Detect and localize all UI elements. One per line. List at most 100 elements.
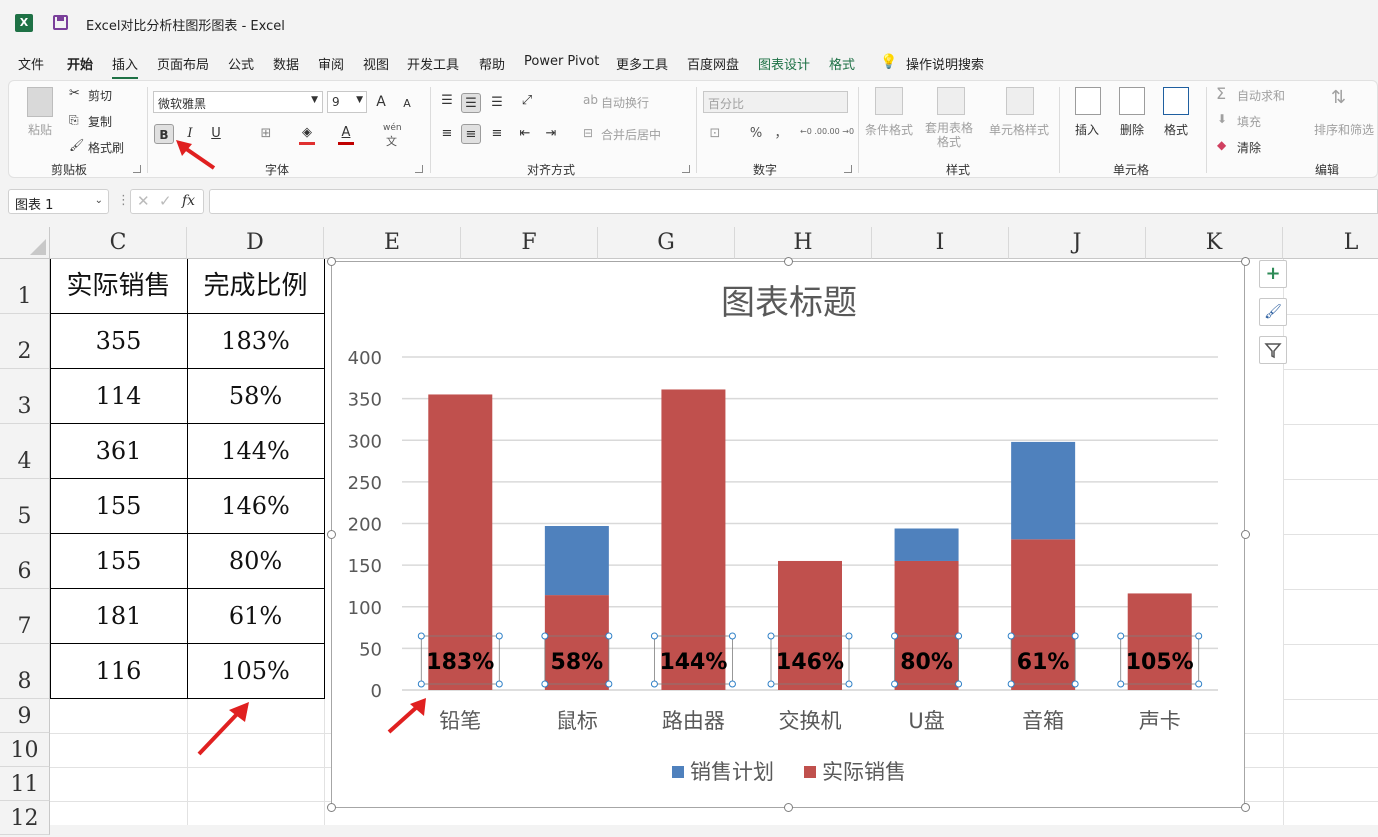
- tell-me-search[interactable]: 操作说明搜索: [906, 54, 984, 73]
- fill-color-icon[interactable]: ◈: [297, 123, 317, 143]
- orientation-icon[interactable]: ⤢: [517, 91, 537, 111]
- data-label-handle[interactable]: [728, 680, 736, 688]
- tab-more-tools[interactable]: 更多工具: [616, 54, 668, 73]
- column-header-i[interactable]: I: [872, 227, 1009, 259]
- alignment-launcher-icon[interactable]: [682, 165, 690, 173]
- table-cell[interactable]: 61%: [187, 589, 324, 644]
- format-as-table-icon[interactable]: [937, 87, 965, 115]
- tab-page-layout[interactable]: 页面布局: [157, 54, 209, 73]
- resize-handle[interactable]: [327, 257, 336, 266]
- resize-handle[interactable]: [1241, 257, 1250, 266]
- font-launcher-icon[interactable]: [415, 165, 423, 173]
- table-cell[interactable]: 105%: [187, 644, 324, 699]
- tab-baidu-netdisk[interactable]: 百度网盘: [687, 54, 739, 73]
- data-label[interactable]: 146%: [776, 650, 844, 675]
- data-label-handle[interactable]: [955, 680, 963, 688]
- excel-logo-icon[interactable]: X: [15, 14, 33, 32]
- resize-handle[interactable]: [784, 257, 793, 266]
- tab-insert[interactable]: 插入: [112, 54, 139, 79]
- tab-review[interactable]: 审阅: [318, 54, 344, 73]
- row-header-12[interactable]: 12: [0, 801, 50, 835]
- data-label-handle[interactable]: [1117, 632, 1125, 640]
- tab-format[interactable]: 格式: [829, 54, 855, 73]
- fill-button[interactable]: 填充: [1237, 113, 1261, 130]
- bar-sales-plan[interactable]: [894, 528, 959, 561]
- borders-icon[interactable]: ⊞: [256, 124, 276, 144]
- tab-home[interactable]: 开始: [67, 54, 93, 73]
- increase-indent-icon[interactable]: ⇥: [541, 124, 561, 144]
- align-top-icon[interactable]: ☰: [437, 91, 457, 111]
- merge-center-button[interactable]: 合并后居中: [601, 126, 661, 143]
- conditional-format-button[interactable]: 条件格式: [865, 121, 913, 138]
- data-label-handle[interactable]: [605, 632, 613, 640]
- table-header-completion[interactable]: 完成比例: [187, 259, 324, 314]
- chart-elements-plus-icon[interactable]: +: [1259, 260, 1287, 288]
- column-header-e[interactable]: E: [324, 227, 461, 259]
- align-center-icon[interactable]: ≡: [461, 124, 481, 144]
- legend-item[interactable]: 销售计划: [690, 760, 774, 784]
- cut-button[interactable]: 剪切: [88, 87, 112, 104]
- data-label[interactable]: 80%: [900, 650, 953, 675]
- row-header-2[interactable]: 2: [0, 314, 50, 369]
- insert-cells-icon[interactable]: [1075, 87, 1101, 115]
- chart-styles-brush-icon[interactable]: 🖌: [1259, 298, 1287, 326]
- chart-area[interactable]: 图表标题 0 50 100 150 200 250 300 350 400 183% 58% 144…: [331, 261, 1245, 808]
- format-painter-button[interactable]: 格式刷: [88, 139, 124, 156]
- column-header-d[interactable]: D: [187, 227, 324, 259]
- bars[interactable]: [428, 389, 1192, 690]
- currency-icon[interactable]: ⊡: [705, 124, 725, 144]
- font-name-select[interactable]: 微软雅黑 ▼: [153, 91, 323, 113]
- data-label-handle[interactable]: [1195, 680, 1203, 688]
- tab-power-pivot[interactable]: Power Pivot: [524, 54, 599, 69]
- table-cell[interactable]: 144%: [187, 424, 324, 479]
- format-cells-icon[interactable]: [1163, 87, 1189, 115]
- data-label-handle[interactable]: [417, 632, 425, 640]
- number-format-select[interactable]: 百分比: [703, 91, 848, 113]
- legend-item[interactable]: 实际销售: [822, 760, 906, 784]
- font-size-select[interactable]: 9 ▼: [327, 91, 367, 113]
- increase-decimal-button[interactable]: ←0 .00: [800, 127, 827, 136]
- delete-cells-button[interactable]: 删除: [1120, 121, 1144, 138]
- format-as-table-button[interactable]: 套用表格格式: [921, 121, 977, 149]
- column-header-f[interactable]: F: [461, 227, 598, 259]
- table-cell[interactable]: 355: [50, 314, 187, 369]
- align-bottom-icon[interactable]: ☰: [487, 93, 507, 113]
- row-header-11[interactable]: 11: [0, 767, 50, 801]
- tab-data[interactable]: 数据: [273, 54, 299, 73]
- row-header-8[interactable]: 8: [0, 644, 50, 699]
- wrap-text-button[interactable]: 自动换行: [601, 94, 649, 111]
- data-label-handle[interactable]: [767, 680, 775, 688]
- data-label-handle[interactable]: [495, 632, 503, 640]
- sort-filter-button[interactable]: 排序和筛选: [1314, 121, 1374, 138]
- tab-file[interactable]: 文件: [18, 54, 44, 73]
- data-label-handle[interactable]: [891, 632, 899, 640]
- table-cell[interactable]: 183%: [187, 314, 324, 369]
- table-cell[interactable]: 155: [50, 534, 187, 589]
- data-label[interactable]: 144%: [659, 650, 727, 675]
- select-all-corner[interactable]: [0, 227, 50, 259]
- data-label-handle[interactable]: [541, 632, 549, 640]
- column-header-g[interactable]: G: [598, 227, 735, 259]
- formula-input[interactable]: [209, 189, 1378, 214]
- bar-actual-sales[interactable]: [1127, 593, 1192, 690]
- grow-font-button[interactable]: A: [371, 92, 391, 112]
- number-launcher-icon[interactable]: [844, 165, 852, 173]
- data-label[interactable]: 58%: [551, 650, 604, 675]
- bar-actual-sales[interactable]: [428, 394, 493, 690]
- tab-view[interactable]: 视图: [363, 54, 389, 73]
- clear-button[interactable]: 清除: [1237, 139, 1261, 156]
- data-label-handle[interactable]: [605, 680, 613, 688]
- data-label-handle[interactable]: [417, 680, 425, 688]
- tab-help[interactable]: 帮助: [479, 54, 505, 73]
- autosum-button[interactable]: 自动求和: [1237, 87, 1285, 104]
- bar-actual-sales[interactable]: [661, 389, 726, 690]
- name-box[interactable]: 图表 1 ⌄: [8, 189, 109, 214]
- data-label-handle[interactable]: [1007, 632, 1015, 640]
- column-header-h[interactable]: H: [735, 227, 872, 259]
- data-label-handle[interactable]: [1117, 680, 1125, 688]
- data-label-handle[interactable]: [650, 632, 658, 640]
- resize-handle[interactable]: [1241, 803, 1250, 812]
- data-label-handle[interactable]: [1195, 632, 1203, 640]
- data-label-handle[interactable]: [955, 632, 963, 640]
- data-label-handle[interactable]: [845, 680, 853, 688]
